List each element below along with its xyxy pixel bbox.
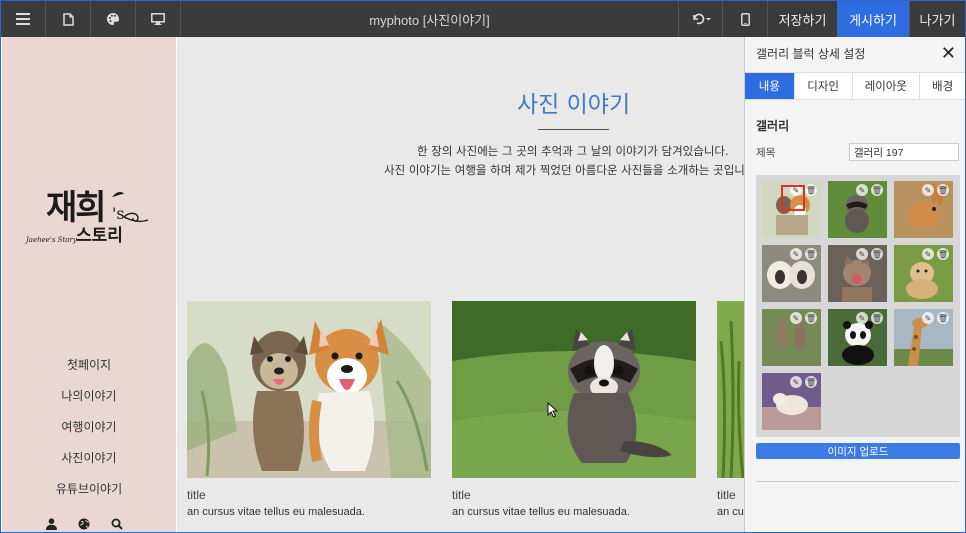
exit-button[interactable]: 나가기	[909, 1, 965, 37]
pencil-icon[interactable]: ✎	[922, 248, 934, 260]
gallery-thumbnail-grid: ✎ 🗑 ✎ 🗑 ✎ 🗑 ✎ 🗑 ✎ 🗑 ✎ 🗑 ✎ 🗑 ✎ 🗑 ✎ 🗑 ✎ 🗑	[756, 175, 960, 437]
puppy-thumb[interactable]: ✎ 🗑	[894, 245, 953, 302]
site-nav: 첫페이지 나의이야기 여행이야기 사진이야기 유튜브이야기	[2, 349, 176, 504]
mouse-cursor-icon	[547, 402, 559, 418]
pencil-icon[interactable]: ✎	[790, 184, 802, 196]
pencil-icon[interactable]: ✎	[856, 312, 868, 324]
pencil-icon[interactable]: ✎	[856, 248, 868, 260]
trash-icon[interactable]: 🗑	[805, 376, 817, 388]
tab-layout[interactable]: 레이아웃	[852, 73, 921, 99]
site-logo[interactable]: 재희 's 스토리 Jaehee's Story	[24, 183, 164, 253]
trash-icon[interactable]: 🗑	[805, 184, 817, 196]
close-icon[interactable]: ✕	[941, 44, 956, 62]
panel-header: 갤러리 블럭 상세 설정 ✕	[745, 37, 965, 69]
pencil-icon[interactable]: ✎	[790, 376, 802, 388]
trash-icon[interactable]: 🗑	[805, 248, 817, 260]
publish-button[interactable]: 게시하기	[837, 1, 909, 37]
card-text: an cursus vitae tellus eu malesuada.	[717, 506, 744, 518]
tab-content[interactable]: 내용	[745, 73, 795, 99]
logo-main-text: 재희	[46, 188, 105, 228]
card-text: an cursus vitae tellus eu malesuada.	[187, 506, 365, 518]
page-icon[interactable]	[46, 1, 91, 37]
gallery-settings-panel: 갤러리 블럭 상세 설정 ✕ 내용 디자인 레이아웃 배경 갤러리 제목 ✎ 🗑…	[744, 37, 965, 532]
tab-background[interactable]: 배경	[920, 73, 965, 99]
raccoon-photo[interactable]	[452, 301, 696, 478]
pencil-icon[interactable]: ✎	[790, 248, 802, 260]
giraffe-thumb[interactable]: ✎ 🗑	[894, 309, 953, 366]
search-icon[interactable]	[110, 517, 124, 531]
rabbit-thumb[interactable]: ✎ 🗑	[894, 181, 953, 238]
gallery-title-input[interactable]	[849, 143, 959, 161]
trash-icon[interactable]: 🗑	[871, 248, 883, 260]
menu-icon[interactable]	[1, 1, 46, 37]
tab-design[interactable]: 디자인	[794, 73, 853, 99]
logo-sub-text: 스토리	[76, 226, 123, 246]
panda-thumb[interactable]: ✎ 🗑	[828, 309, 887, 366]
grass-photo[interactable]	[717, 301, 744, 478]
trash-icon[interactable]: 🗑	[937, 312, 949, 324]
title-divider	[538, 129, 609, 130]
pencil-icon[interactable]: ✎	[790, 312, 802, 324]
title-row: 제목	[756, 143, 959, 161]
title-label: 제목	[756, 146, 776, 159]
panel-divider	[756, 481, 959, 482]
nav-item-youtube[interactable]: 유튜브이야기	[2, 473, 176, 504]
pencil-icon[interactable]: ✎	[922, 184, 934, 196]
gallery-card[interactable]: title an cursus vitae tellus eu malesuad…	[187, 301, 431, 518]
user-icon[interactable]	[44, 517, 58, 531]
gallery-card[interactable]: title an cursus vitae tellus eu malesuad…	[717, 301, 744, 518]
top-toolbar: myphoto [사진이야기] 저장하기 게시하기 나가기	[1, 1, 965, 37]
kangaroo-thumb[interactable]: ✎ 🗑	[762, 309, 821, 366]
gallery-card[interactable]: title an cursus vitae tellus eu malesuad…	[452, 301, 696, 518]
globe-icon[interactable]	[77, 517, 91, 531]
panel-tabs: 내용 디자인 레이아웃 배경	[745, 72, 965, 100]
dogs-photo[interactable]	[187, 301, 431, 478]
pencil-icon[interactable]: ✎	[856, 184, 868, 196]
site-sidebar: 재희 's 스토리 Jaehee's Story 첫페이지 나의이야기 여행이야…	[2, 37, 176, 532]
card-title: title	[717, 488, 736, 502]
panel-title: 갤러리 블럭 상세 설정	[756, 46, 866, 61]
monitor-icon[interactable]	[136, 1, 181, 37]
card-text: an cursus vitae tellus eu malesuada.	[452, 506, 630, 518]
pencil-icon[interactable]: ✎	[922, 312, 934, 324]
nav-item-home[interactable]: 첫페이지	[2, 349, 176, 380]
mobile-icon[interactable]	[722, 1, 767, 37]
card-title: title	[452, 488, 471, 502]
page-canvas: 사진 이야기 한 장의 사진에는 그 곳의 추억과 그 날의 이야기가 담겨있습…	[177, 37, 744, 532]
nav-item-my-story[interactable]: 나의이야기	[2, 380, 176, 411]
logo-suffix: 's	[112, 204, 125, 223]
page-description-line1: 한 장의 사진에는 그 곳의 추억과 그 날의 이야기가 담겨있습니다.	[417, 144, 729, 158]
palette-icon[interactable]	[91, 1, 136, 37]
fox-thumb[interactable]: ✎ 🗑	[762, 373, 821, 430]
trash-icon[interactable]: 🗑	[805, 312, 817, 324]
undo-icon[interactable]	[678, 1, 722, 37]
trash-icon[interactable]: 🗑	[937, 184, 949, 196]
card-title: title	[187, 488, 206, 502]
page-description-line2: 사진 이야기는 여행을 하며 제가 찍었던 아름다운 사진들을 소개하는 곳입니	[384, 163, 744, 177]
raccoon-thumb[interactable]: ✎ 🗑	[828, 181, 887, 238]
sidebar-icon-row	[44, 517, 124, 531]
logo-script-text: Jaehee's Story	[24, 236, 78, 244]
upload-image-button[interactable]: 이미지 업로드	[756, 443, 960, 459]
nav-item-travel[interactable]: 여행이야기	[2, 411, 176, 442]
trash-icon[interactable]: 🗑	[871, 184, 883, 196]
dogs-thumb[interactable]: ✎ 🗑	[762, 181, 821, 238]
gallery-section-label: 갤러리	[756, 119, 790, 133]
document-title: myphoto [사진이야기]	[369, 12, 490, 28]
sheep-thumb[interactable]: ✎ 🗑	[762, 245, 821, 302]
trash-icon[interactable]: 🗑	[871, 312, 883, 324]
app-window: myphoto [사진이야기] 저장하기 게시하기 나가기 재희 's 스토리 …	[0, 0, 966, 533]
page-title: 사진 이야기	[517, 92, 631, 118]
trash-icon[interactable]: 🗑	[937, 248, 949, 260]
cat-thumb[interactable]: ✎ 🗑	[828, 245, 887, 302]
save-button[interactable]: 저장하기	[767, 1, 837, 37]
nav-item-photo[interactable]: 사진이야기	[2, 442, 176, 473]
